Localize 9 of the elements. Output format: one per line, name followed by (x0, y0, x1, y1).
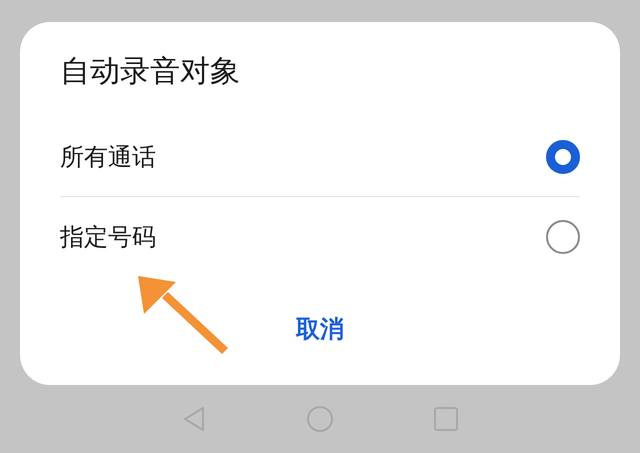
cancel-button[interactable]: 取消 (280, 307, 360, 351)
option-label: 指定号码 (60, 222, 156, 253)
radio-button[interactable] (546, 220, 580, 254)
radio-button[interactable] (546, 140, 580, 174)
recents-icon[interactable] (434, 407, 458, 431)
home-icon[interactable] (306, 405, 334, 433)
back-icon[interactable] (182, 406, 206, 432)
dialog-title: 自动录音对象 (60, 53, 241, 91)
option-label: 所有通话 (60, 142, 156, 172)
